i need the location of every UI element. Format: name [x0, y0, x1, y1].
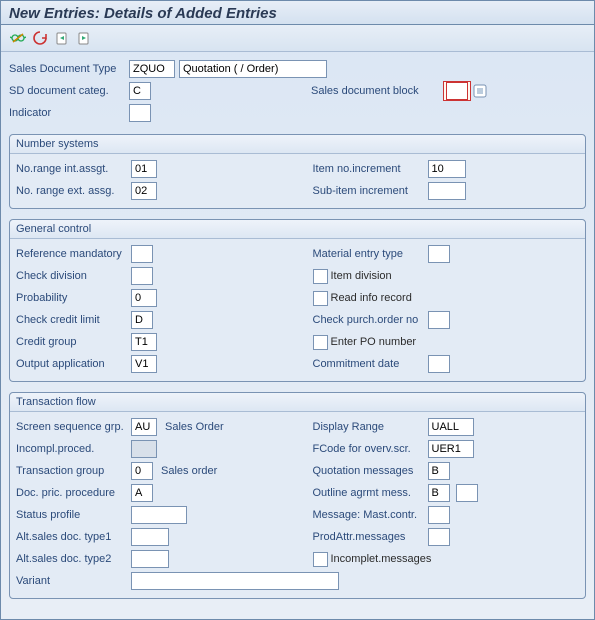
no-range-int-field[interactable] — [131, 160, 157, 178]
quotation-msg-field[interactable] — [428, 462, 450, 480]
check-po-label: Check purch.order no — [313, 314, 428, 326]
commitment-date-label: Commitment date — [313, 358, 428, 370]
credit-group-field[interactable] — [131, 333, 157, 351]
quotation-msg-label: Quotation messages — [313, 465, 428, 477]
screen-seq-label: Screen sequence grp. — [16, 421, 131, 433]
check-po-field[interactable] — [428, 311, 450, 329]
item-inc-field[interactable] — [428, 160, 466, 178]
content-area: Sales Document Type SD document categ. S… — [1, 52, 594, 605]
group-number-systems: Number systems No.range int.assgt. Item … — [9, 134, 586, 209]
prodattr-field[interactable] — [428, 528, 450, 546]
item-division-label: Item division — [331, 270, 392, 282]
output-app-label: Output application — [16, 358, 131, 370]
status-profile-field[interactable] — [131, 506, 187, 524]
group-general-control: General control Reference mandatory Mate… — [9, 219, 586, 382]
group-title-number-systems: Number systems — [10, 135, 585, 154]
sd-doc-categ-field[interactable] — [129, 82, 151, 100]
incomplet-msg-label: Incomplet.messages — [331, 553, 432, 565]
credit-limit-label: Check credit limit — [16, 314, 131, 326]
fcode-label: FCode for overv.scr. — [313, 443, 428, 455]
item-division-checkbox[interactable] — [313, 269, 328, 284]
item-inc-label: Item no.increment — [313, 163, 428, 175]
no-range-ext-field[interactable] — [131, 182, 157, 200]
no-range-int-label: No.range int.assgt. — [16, 163, 131, 175]
credit-limit-field[interactable] — [131, 311, 153, 329]
sd-doc-categ-label: SD document categ. — [9, 85, 129, 97]
outline-msg-label: Outline agrmt mess. — [313, 487, 428, 499]
display-range-label: Display Range — [313, 421, 428, 433]
sales-block-field[interactable] — [446, 82, 468, 100]
alt1-field[interactable] — [131, 528, 169, 546]
header-row-1: Sales Document Type — [9, 58, 586, 80]
commitment-date-field[interactable] — [428, 355, 450, 373]
variant-label: Variant — [16, 575, 131, 587]
outline-msg-field[interactable] — [428, 484, 450, 502]
page-title: New Entries: Details of Added Entries — [1, 1, 594, 25]
sales-block-label: Sales document block — [311, 85, 441, 97]
doc-pric-label: Doc. pric. procedure — [16, 487, 131, 499]
screen-seq-field[interactable] — [131, 418, 157, 436]
ref-mandatory-field[interactable] — [131, 245, 153, 263]
sales-doc-type-label: Sales Document Type — [9, 63, 129, 75]
indicator-field[interactable] — [129, 104, 151, 122]
indicator-label: Indicator — [9, 107, 129, 119]
sales-doc-type-text-field[interactable] — [179, 60, 327, 78]
check-div-field[interactable] — [131, 267, 153, 285]
outline-msg-extra-field[interactable] — [456, 484, 478, 502]
credit-group-label: Credit group — [16, 336, 131, 348]
toggle-display-change-icon[interactable] — [9, 29, 27, 47]
group-title-transaction-flow: Transaction flow — [10, 393, 585, 412]
group-title-general-control: General control — [10, 220, 585, 239]
mat-entry-field[interactable] — [428, 245, 450, 263]
ref-mandatory-label: Reference mandatory — [16, 248, 131, 260]
alt2-label: Alt.sales doc. type2 — [16, 553, 131, 565]
incomplet-msg-checkbox[interactable] — [313, 552, 328, 567]
fcode-field[interactable] — [428, 440, 474, 458]
alt2-field[interactable] — [131, 550, 169, 568]
display-range-field[interactable] — [428, 418, 474, 436]
enter-po-label: Enter PO number — [331, 336, 417, 348]
msg-mast-label: Message: Mast.contr. — [313, 509, 428, 521]
incompl-proc-label: Incompl.proced. — [16, 443, 131, 455]
incompl-proc-field[interactable] — [131, 440, 157, 458]
no-range-ext-label: No. range ext. assg. — [16, 185, 131, 197]
header-row-2: SD document categ. Sales document block — [9, 80, 586, 102]
refresh-icon[interactable] — [31, 29, 49, 47]
prodattr-label: ProdAttr.messages — [313, 531, 428, 543]
enter-po-checkbox[interactable] — [313, 335, 328, 350]
read-info-checkbox[interactable] — [313, 291, 328, 306]
check-div-label: Check division — [16, 270, 131, 282]
toolbar — [1, 25, 594, 52]
header-row-3: Indicator — [9, 102, 586, 124]
mat-entry-label: Material entry type — [313, 248, 428, 260]
sap-window: New Entries: Details of Added Entries Sa… — [0, 0, 595, 620]
trans-group-field[interactable] — [131, 462, 153, 480]
read-info-label: Read info record — [331, 292, 412, 304]
value-help-icon[interactable] — [473, 84, 487, 98]
screen-seq-text: Sales Order — [165, 421, 224, 433]
doc-pric-field[interactable] — [131, 484, 153, 502]
probability-label: Probability — [16, 292, 131, 304]
alt1-label: Alt.sales doc. type1 — [16, 531, 131, 543]
sub-inc-field[interactable] — [428, 182, 466, 200]
trans-group-text: Sales order — [161, 465, 217, 477]
output-app-field[interactable] — [131, 355, 157, 373]
variant-field[interactable] — [131, 572, 339, 590]
next-entry-icon[interactable] — [75, 29, 93, 47]
previous-entry-icon[interactable] — [53, 29, 71, 47]
sales-doc-type-field[interactable] — [129, 60, 175, 78]
probability-field[interactable] — [131, 289, 157, 307]
status-profile-label: Status profile — [16, 509, 131, 521]
trans-group-label: Transaction group — [16, 465, 131, 477]
msg-mast-field[interactable] — [428, 506, 450, 524]
sales-block-highlight — [443, 81, 471, 101]
sub-inc-label: Sub-item increment — [313, 185, 428, 197]
group-transaction-flow: Transaction flow Screen sequence grp. Sa… — [9, 392, 586, 599]
